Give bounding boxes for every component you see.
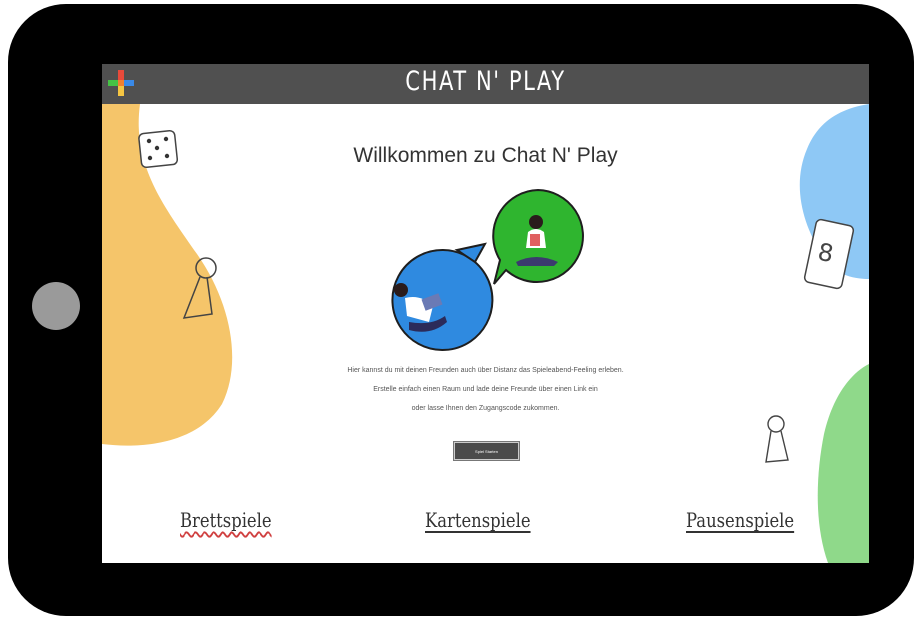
category-link-board-games[interactable]: Brettspiele [180,508,272,532]
category-link-break-games[interactable]: Pausenspiele [686,508,794,532]
brand-title: CHAT N' PLAY [405,66,566,97]
blue-chat-bubble [391,242,494,351]
app-screen: 8 CHAT N' PLAY Willkommen zu Chat N' Pla… [102,64,869,563]
intro-line: Hier kannst du mit deinen Freunden auch … [347,367,624,374]
intro-line: oder lasse Ihnen den Zugangscode zukomme… [411,405,560,412]
top-bar: CHAT N' PLAY [102,64,869,104]
green-chat-bubble [492,188,584,285]
welcome-heading: Willkommen zu Chat N' Play [353,144,618,167]
category-link-card-games[interactable]: Kartenspiele [425,508,531,532]
start-game-button[interactable]: Spiel Starten [454,442,519,460]
intro-text: Hier kannst du mit deinen Freunden auch … [252,361,719,418]
tablet-home-button[interactable] [32,282,80,330]
game-pawn-icon [765,415,789,463]
green-blob [817,364,869,563]
logo-plus-icon[interactable] [108,70,134,96]
intro-line: Erstelle einfach einen Raum und lade dei… [373,386,598,393]
game-pawn-icon [182,257,217,319]
